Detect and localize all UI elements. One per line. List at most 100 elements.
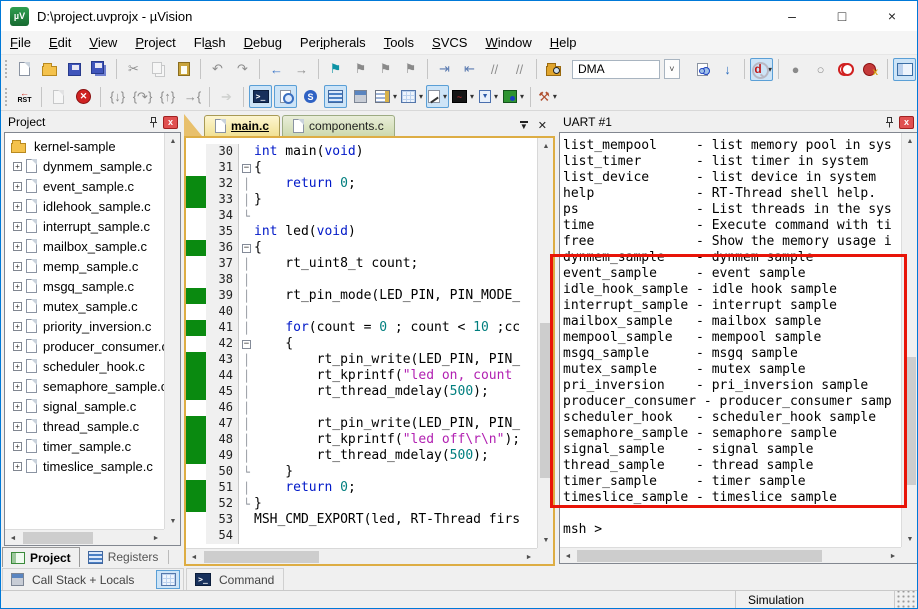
expand-icon[interactable]: + [13, 401, 22, 411]
clear-bookmarks-button[interactable]: ⚑ [399, 58, 422, 81]
tree-item[interactable]: + dynmem_sample.c [5, 156, 164, 176]
pin-icon[interactable] [146, 116, 160, 129]
expand-icon[interactable]: + [13, 421, 22, 431]
menu-item-svcs[interactable]: SVCS [423, 33, 476, 52]
outdent-button[interactable]: ⇤ [458, 58, 481, 81]
menu-item-project[interactable]: Project [126, 33, 184, 52]
command-window-button[interactable]: >_ [249, 85, 272, 108]
expand-icon[interactable]: + [13, 381, 22, 391]
editor-tab-components-c[interactable]: components.c [282, 115, 395, 136]
minimize-button[interactable]: – [767, 1, 817, 31]
scroll-right-icon[interactable]: ► [148, 530, 164, 545]
expand-icon[interactable]: + [13, 221, 22, 231]
expand-icon[interactable]: + [13, 301, 22, 311]
code-line[interactable]: 52 └} [186, 496, 537, 512]
tab-list-icon[interactable]: ▼ [519, 121, 528, 131]
uart-close-icon[interactable]: x [899, 115, 914, 129]
scroll-thumb[interactable] [577, 550, 822, 562]
expand-icon[interactable]: + [13, 261, 22, 271]
resize-grip[interactable] [895, 591, 917, 608]
copy-button[interactable] [147, 58, 170, 81]
code-line[interactable]: 50 └ } [186, 464, 537, 480]
system-viewer-button[interactable]: ▾ [502, 85, 525, 108]
paste-button[interactable] [172, 58, 195, 81]
code-line[interactable]: 36−{ [186, 240, 537, 256]
expand-icon[interactable]: + [13, 441, 22, 451]
tree-item[interactable]: + mutex_sample.c [5, 296, 164, 316]
code-line[interactable]: 35 int led(void) [186, 224, 537, 240]
expand-icon[interactable]: + [13, 361, 22, 371]
insert-bookmark-button[interactable]: ⚑ [324, 58, 347, 81]
menu-item-peripherals[interactable]: Peripherals [291, 33, 375, 52]
code-line[interactable]: 43 │ rt_pin_write(LED_PIN, PIN_ [186, 352, 537, 368]
go-next-button[interactable]: ➔ [215, 85, 238, 108]
tree-item[interactable]: + interrupt_sample.c [5, 216, 164, 236]
toolbox-button[interactable]: ⚒ ▾ [536, 85, 559, 108]
uart-terminal[interactable]: list_mempool - list memory pool in sys li… [559, 132, 917, 564]
expand-icon[interactable]: + [13, 201, 22, 211]
scroll-thumb[interactable] [204, 551, 319, 563]
code-line[interactable]: 33 │} [186, 192, 537, 208]
menu-item-flash[interactable]: Flash [185, 33, 235, 52]
scroll-thumb[interactable] [23, 532, 93, 544]
comment-button[interactable]: // [483, 58, 506, 81]
tree-item[interactable]: + thread_sample.c [5, 416, 164, 436]
navigate-forward-button[interactable]: → [290, 58, 313, 81]
code-line[interactable]: 34 └ [186, 208, 537, 224]
uncomment-button[interactable]: // [508, 58, 531, 81]
code-line[interactable]: 38 │ [186, 272, 537, 288]
scroll-down-icon[interactable]: ▼ [538, 532, 553, 548]
code-line[interactable]: 47 │ rt_pin_write(LED_PIN, PIN_ [186, 416, 537, 432]
next-bookmark-button[interactable]: ⚑ [349, 58, 372, 81]
analysis-window-button[interactable]: ~ ▾ [451, 85, 475, 108]
toolbar-grip[interactable] [5, 60, 7, 78]
code-area[interactable]: 30 int main(void) 31−{32 │ return 0; 33 │} 34 └… [186, 138, 537, 548]
stop-button[interactable]: ✕ [72, 85, 95, 108]
tree-root-item[interactable]: kernel-sample [5, 136, 164, 156]
call-stack-window-button[interactable] [349, 85, 372, 108]
watch-window-button[interactable]: ▾ [374, 85, 398, 108]
find-in-files-dialog-button[interactable] [691, 58, 714, 81]
expand-icon[interactable]: + [13, 281, 22, 291]
run-button[interactable] [47, 85, 70, 108]
expand-icon[interactable]: + [13, 461, 22, 471]
tree-item[interactable]: + signal_sample.c [5, 396, 164, 416]
expand-icon[interactable]: + [13, 341, 22, 351]
code-line[interactable]: 45 │ rt_thread_mdelay(500); [186, 384, 537, 400]
menu-item-window[interactable]: Window [476, 33, 540, 52]
command-tab[interactable]: >_ Command [186, 568, 284, 591]
menu-item-help[interactable]: Help [541, 33, 586, 52]
scroll-thumb[interactable] [540, 322, 552, 479]
dock-tab-project[interactable]: Project [2, 547, 80, 567]
scroll-down-icon[interactable]: ▼ [165, 513, 180, 529]
close-tab-icon[interactable]: ✕ [538, 119, 547, 132]
pin-icon[interactable] [882, 116, 896, 129]
project-hscrollbar[interactable]: ◄ ► [5, 529, 164, 545]
tree-item[interactable]: + priority_inversion.c [5, 316, 164, 336]
tree-item[interactable]: + msgq_sample.c [5, 276, 164, 296]
tree-item[interactable]: + timeslice_sample.c [5, 456, 164, 476]
expand-icon[interactable]: + [13, 241, 22, 251]
scroll-left-icon[interactable]: ◄ [560, 548, 576, 563]
redo-button[interactable]: ↷ [231, 58, 254, 81]
toolbar-grip[interactable] [5, 87, 7, 106]
serial-window-button[interactable]: ▾ [426, 85, 450, 108]
scroll-up-icon[interactable]: ▲ [165, 133, 180, 149]
code-line[interactable]: 46 │ [186, 400, 537, 416]
reset-cpu-button[interactable]: ← RST [13, 85, 36, 108]
code-line[interactable]: 40 │ [186, 304, 537, 320]
enable-disable-breakpoint-button[interactable]: ○ [809, 58, 832, 81]
code-line[interactable]: 54 [186, 528, 537, 544]
tree-item[interactable]: + idlehook_sample.c [5, 196, 164, 216]
code-line[interactable]: 30 int main(void) [186, 144, 537, 160]
scroll-thumb[interactable] [904, 356, 916, 485]
tree-item[interactable]: + mailbox_sample.c [5, 236, 164, 256]
undo-button[interactable]: ↶ [206, 58, 229, 81]
new-file-button[interactable] [13, 58, 36, 81]
memory-grid-button[interactable] [156, 570, 181, 589]
callstack-tab[interactable]: Call Stack + Locals [2, 568, 184, 591]
tree-item[interactable]: + memp_sample.c [5, 256, 164, 276]
project-vscrollbar[interactable]: ▲ ▼ [164, 133, 180, 529]
tree-item[interactable]: + scheduler_hook.c [5, 356, 164, 376]
tree-item[interactable]: + producer_consumer.c [5, 336, 164, 356]
